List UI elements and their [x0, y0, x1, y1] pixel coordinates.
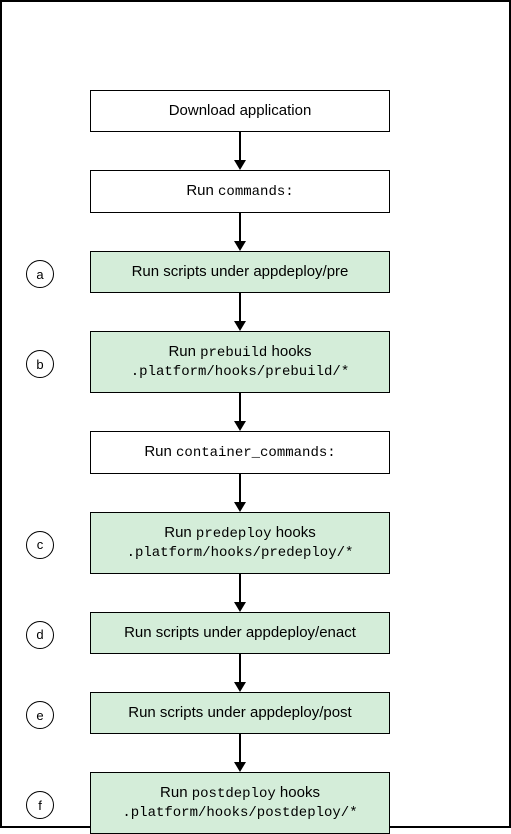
step-line1: Download application [97, 101, 383, 121]
arrow-4 [90, 474, 390, 512]
step-text-tail: hooks [267, 343, 311, 360]
step-text: Run [186, 182, 218, 199]
arrow-6 [90, 654, 390, 692]
step-line1: Run scripts under appdeploy/enact [97, 623, 383, 643]
step-box-4: Run container_commands: [90, 431, 390, 474]
step-code: container_commands: [176, 445, 336, 461]
step-line1: Run commands: [97, 181, 383, 202]
arrow-7 [90, 734, 390, 772]
step-code: predeploy [196, 526, 272, 542]
step-text: Download application [169, 102, 312, 119]
step-text: Run scripts under appdeploy/pre [132, 263, 349, 280]
step-line1: Run prebuild hooks [97, 342, 383, 363]
step-code: prebuild [200, 345, 267, 361]
step-box-6: Run scripts under appdeploy/enact [90, 612, 390, 654]
step-marker-f: f [26, 791, 54, 819]
arrow-5 [90, 574, 390, 612]
step-box-5: Run predeploy hooks.platform/hooks/prede… [90, 512, 390, 574]
step-marker-a: a [26, 260, 54, 288]
flow-column: Download application Run commands: Run scr… [90, 90, 390, 834]
step-box-1: Run commands: [90, 170, 390, 213]
step-marker-d: d [26, 621, 54, 649]
step-line1: Run scripts under appdeploy/post [97, 703, 383, 723]
step-line2: .platform/hooks/postdeploy/* [97, 804, 383, 823]
arrow-1 [90, 213, 390, 251]
step-text: Run [164, 524, 196, 541]
step-code: postdeploy [192, 786, 276, 802]
step-marker-c: c [26, 531, 54, 559]
step-code: commands: [218, 184, 294, 200]
step-box-2: Run scripts under appdeploy/pre [90, 251, 390, 293]
step-line2: .platform/hooks/prebuild/* [97, 363, 383, 382]
step-text-tail: hooks [272, 524, 316, 541]
step-text: Run scripts under appdeploy/enact [124, 624, 356, 641]
step-line1: Run scripts under appdeploy/pre [97, 262, 383, 282]
step-text-tail: hooks [276, 784, 320, 801]
step-line1: Run postdeploy hooks [97, 783, 383, 804]
step-marker-b: b [26, 350, 54, 378]
step-box-3: Run prebuild hooks.platform/hooks/prebui… [90, 331, 390, 393]
step-line1: Run predeploy hooks [97, 523, 383, 544]
step-box-7: Run scripts under appdeploy/post [90, 692, 390, 734]
step-marker-e: e [26, 701, 54, 729]
arrow-3 [90, 393, 390, 431]
step-line1: Run container_commands: [97, 442, 383, 463]
step-text: Run [168, 343, 200, 360]
step-text: Run scripts under appdeploy/post [128, 704, 351, 721]
arrow-0 [90, 132, 390, 170]
arrow-2 [90, 293, 390, 331]
step-line2: .platform/hooks/predeploy/* [97, 544, 383, 563]
step-box-8: Run postdeploy hooks.platform/hooks/post… [90, 772, 390, 834]
diagram-frame: Download application Run commands: Run scr… [0, 0, 511, 828]
step-text: Run [144, 443, 176, 460]
step-text: Run [160, 784, 192, 801]
step-box-0: Download application [90, 90, 390, 132]
